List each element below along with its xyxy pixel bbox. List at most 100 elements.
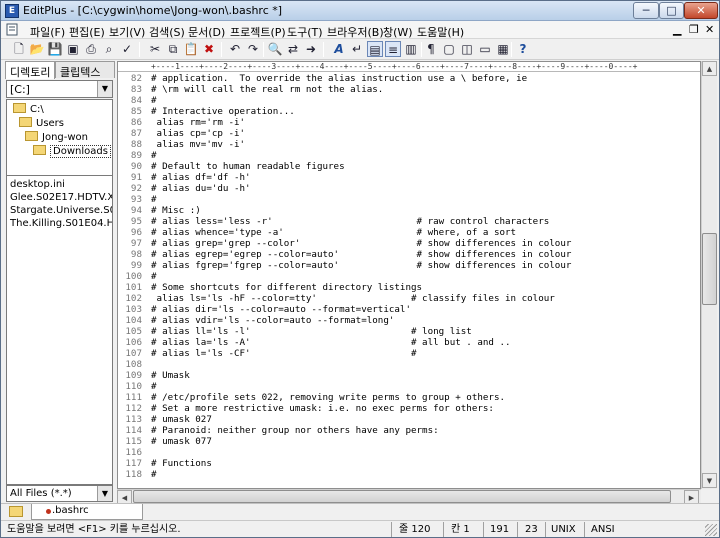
code-line[interactable]: 83 # \rm will call the real rm not the al… xyxy=(118,84,700,95)
menu-search[interactable]: 검색(S) xyxy=(149,24,185,40)
doc-restore-button[interactable]: ❐ xyxy=(689,23,699,36)
menu-help[interactable]: 도움말(H) xyxy=(417,24,464,40)
spellcheck-icon[interactable]: ✓ xyxy=(119,41,135,57)
code-editor[interactable]: +----1----+----2----+----3----+----4----… xyxy=(117,61,701,489)
tab-cliptext[interactable]: 클립텍스트 xyxy=(55,61,115,95)
file-filter-select[interactable]: All Files (*.*) ▼ xyxy=(6,485,113,502)
code-line[interactable]: 85 # Interactive operation... xyxy=(118,106,700,117)
code-line[interactable]: 117 # Functions xyxy=(118,458,700,469)
scroll-down-button[interactable]: ▼ xyxy=(702,473,717,488)
word-wrap-icon[interactable]: ↵ xyxy=(349,41,365,57)
print-preview-icon[interactable]: ⌕ xyxy=(101,41,117,57)
code-line[interactable]: 96 # alias whence='type -a' # where, of a… xyxy=(118,227,700,238)
close-button[interactable]: ✕ xyxy=(684,2,718,19)
vertical-scroll-thumb[interactable] xyxy=(702,233,717,305)
menu-window[interactable]: 창(W) xyxy=(383,24,413,40)
menu-browser[interactable]: 브라우저(B) xyxy=(327,24,384,40)
document-icon[interactable] xyxy=(5,23,19,36)
copy-icon[interactable]: ⧉ xyxy=(165,41,181,57)
cut-icon[interactable]: ✂ xyxy=(147,41,163,57)
menu-project[interactable]: 프로젝트(P) xyxy=(230,24,286,40)
undo-icon[interactable]: ↶ xyxy=(227,41,243,57)
tree-item-users[interactable]: Users xyxy=(19,117,64,129)
title-bar[interactable]: E EditPlus - [C:\cygwin\home\Jong-won\.b… xyxy=(1,1,719,21)
horizontal-scroll-thumb[interactable] xyxy=(133,490,671,503)
code-line[interactable]: 87 alias cp='cp -i' xyxy=(118,128,700,139)
tree-item-jong-won[interactable]: Jong-won xyxy=(25,131,88,143)
code-line[interactable]: 95 # alias less='less -r' # raw control c… xyxy=(118,216,700,227)
code-line[interactable]: 93 # xyxy=(118,194,700,205)
vertical-scrollbar[interactable]: ▲ ▼ xyxy=(701,61,717,489)
code-line[interactable]: 115 # umask 077 xyxy=(118,436,700,447)
menu-view[interactable]: 보기(V) xyxy=(109,24,145,40)
maximize-button[interactable]: □ xyxy=(659,2,684,19)
list-item[interactable]: The.Killing.S01E04.HDTV. xyxy=(10,218,112,229)
code-line[interactable]: 84 # xyxy=(118,95,700,106)
new-icon[interactable]: 🗋 xyxy=(11,41,27,57)
code-line[interactable]: 118 # xyxy=(118,469,700,480)
code-line[interactable]: 97 # alias grep='grep --color' # show dif… xyxy=(118,238,700,249)
cliptext-icon[interactable]: ▦ xyxy=(495,41,511,57)
resize-grip-icon[interactable] xyxy=(705,524,717,536)
code-line[interactable]: 99 # alias fgrep='fgrep --color=auto' # s… xyxy=(118,260,700,271)
find-icon[interactable]: 🔍 xyxy=(267,41,283,57)
delete-icon[interactable]: ✖ xyxy=(201,41,217,57)
document-tab-bashrc[interactable]: .bashrc xyxy=(31,504,143,520)
tab-directory[interactable]: 디렉토리 xyxy=(5,61,56,79)
menu-tools[interactable]: 도구(T) xyxy=(287,24,323,40)
list-item[interactable]: desktop.ini xyxy=(10,179,65,190)
horizontal-scrollbar[interactable]: ◀ ▶ xyxy=(117,489,701,505)
editplus-app-icon[interactable]: E xyxy=(5,4,19,18)
menu-document[interactable]: 문서(D) xyxy=(188,24,225,40)
goto-icon[interactable]: ➜ xyxy=(303,41,319,57)
doc-minimize-button[interactable]: ▁ xyxy=(673,23,681,36)
doc-close-button[interactable]: ✕ xyxy=(705,23,714,36)
code-line[interactable]: 89 # xyxy=(118,150,700,161)
code-line[interactable]: 88 alias mv='mv -i' xyxy=(118,139,700,150)
code-line[interactable]: 114 # Paranoid: neither group nor others … xyxy=(118,425,700,436)
code-line[interactable]: 105 # alias ll='ls -l' # long list xyxy=(118,326,700,337)
chevron-down-icon[interactable]: ▼ xyxy=(97,81,112,97)
whitespace-icon[interactable]: ¶ xyxy=(423,41,439,57)
code-line[interactable]: 92 # alias du='du -h' xyxy=(118,183,700,194)
code-line[interactable]: 104 # alias vdir='ls --color=auto --forma… xyxy=(118,315,700,326)
tree-item-downloads[interactable]: Downloads xyxy=(33,145,111,158)
code-line[interactable]: 91 # alias df='df -h' xyxy=(118,172,700,183)
code-line[interactable]: 102 alias ls='ls -hF --color=tty' # clas… xyxy=(118,293,700,304)
code-line[interactable]: 106 # alias la='ls -A' # all but . and .. xyxy=(118,337,700,348)
code-line[interactable]: 94 # Misc :) xyxy=(118,205,700,216)
ruler-icon[interactable]: ▤ xyxy=(367,41,383,57)
folder-icon[interactable] xyxy=(9,506,23,517)
line-number-icon[interactable]: ≡ xyxy=(385,41,401,57)
code-line[interactable]: 100 # xyxy=(118,271,700,282)
tree-item-root[interactable]: C:\ xyxy=(13,103,44,115)
output-icon[interactable]: ▭ xyxy=(477,41,493,57)
help-icon[interactable]: ? xyxy=(515,41,531,57)
code-line[interactable]: 111 # /etc/profile sets 022, removing wri… xyxy=(118,392,700,403)
minimize-button[interactable]: ─ xyxy=(633,2,659,19)
code-line[interactable]: 112 # Set a more restrictive umask: i.e. … xyxy=(118,403,700,414)
code-line[interactable]: 107 # alias l='ls -CF' # xyxy=(118,348,700,359)
menu-file[interactable]: 파일(F) xyxy=(30,24,65,40)
code-line[interactable]: 101 # Some shortcuts for different direct… xyxy=(118,282,700,293)
paste-icon[interactable]: 📋 xyxy=(183,41,199,57)
code-line[interactable]: 82 # application. To override the alias i… xyxy=(118,73,700,84)
code-line[interactable]: 90 # Default to human readable figures xyxy=(118,161,700,172)
code-line[interactable]: 116 xyxy=(118,447,700,458)
column-select-icon[interactable]: ▥ xyxy=(403,41,419,57)
list-item[interactable]: Glee.S02E17.HDTV.XviD- xyxy=(10,192,112,203)
code-line[interactable]: 113 # umask 027 xyxy=(118,414,700,425)
code-line[interactable]: 103 # alias dir='ls --color=auto --format… xyxy=(118,304,700,315)
save-all-icon[interactable]: ▣ xyxy=(65,41,81,57)
chevron-down-icon[interactable]: ▼ xyxy=(97,486,112,501)
code-line[interactable]: 109 # Umask xyxy=(118,370,700,381)
window-icon[interactable]: ▢ xyxy=(441,41,457,57)
save-icon[interactable]: 💾 xyxy=(47,41,63,57)
print-icon[interactable]: ⎙ xyxy=(83,41,99,57)
open-icon[interactable]: 📂 xyxy=(29,41,45,57)
code-line[interactable]: 108 xyxy=(118,359,700,370)
list-item[interactable]: Stargate.Universe.S02E17 xyxy=(10,205,112,216)
code-line[interactable]: 98 # alias egrep='egrep --color=auto' # s… xyxy=(118,249,700,260)
scroll-up-button[interactable]: ▲ xyxy=(702,61,717,76)
font-icon[interactable]: A xyxy=(331,41,347,57)
